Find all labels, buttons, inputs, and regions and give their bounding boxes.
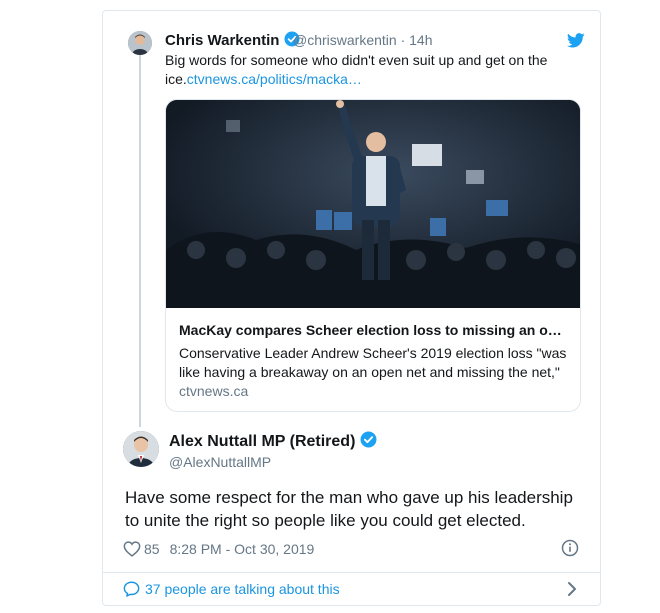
verified-badge-icon [360,431,377,453]
thread-line [139,55,141,427]
like-count: 85 [144,541,160,557]
quoted-time[interactable]: 14h [409,32,432,48]
link-preview-description: Conservative Leader Andrew Scheer's 2019… [179,345,567,380]
main-author-name[interactable]: Alex Nuttall MP (Retired) [169,431,377,453]
info-icon[interactable] [561,539,579,562]
link-preview-card[interactable]: MacKay compares Scheer election loss to … [165,99,581,412]
link-preview-domain: ctvnews.ca [179,383,249,399]
footer-divider [103,572,600,573]
quoted-tweet-link[interactable]: ctvnews.ca/politics/macka… [187,71,362,87]
conversation-link[interactable]: 37 people are talking about this [123,579,340,599]
twitter-bird-icon[interactable] [566,33,585,53]
heart-icon [123,541,141,557]
main-handle[interactable]: @AlexNuttallMP [169,454,271,470]
quoted-handle[interactable]: @chriswarkentin [293,32,397,48]
embedded-tweet-card: Chris Warkentin @chriswarkentin · 14h Bi… [102,10,601,606]
quoted-handle-line: @chriswarkentin · 14h [293,32,433,48]
tweet-timestamp[interactable]: 8:28 PM - Oct 30, 2019 [170,541,315,557]
avatar-chris-warkentin[interactable] [128,31,152,55]
quoted-tweet-text: Big words for someone who didn't even su… [165,52,548,87]
tweet-meta: 85 8:28 PM - Oct 30, 2019 [123,539,314,559]
link-preview-title[interactable]: MacKay compares Scheer election loss to … [179,322,574,338]
like-button[interactable]: 85 [123,541,160,557]
chevron-right-icon[interactable] [566,581,578,602]
link-preview-image [166,100,580,308]
quoted-author-name[interactable]: Chris Warkentin [165,31,300,51]
avatar-alex-nuttall[interactable] [123,431,159,467]
speech-bubble-icon [123,581,140,597]
separator-dot: · [400,32,406,48]
main-tweet-text: Have some respect for the man who gave u… [125,488,573,530]
